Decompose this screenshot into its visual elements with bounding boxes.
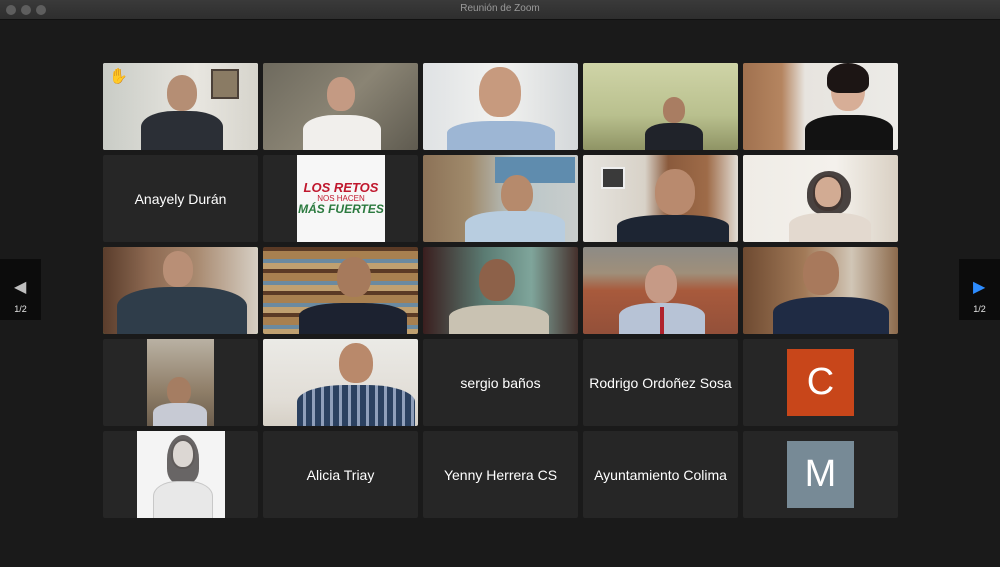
participant-avatar-tile[interactable]: C — [743, 339, 898, 426]
participant-name-tile[interactable]: Alicia Triay — [263, 431, 418, 518]
window-title: Reunión de Zoom — [460, 3, 540, 14]
participant-video — [423, 247, 578, 334]
participant-name: Yenny Herrera CS — [443, 466, 558, 483]
participant-image-tile[interactable]: LOS RETOS NOS HACEN MÁS FUERTES — [263, 155, 418, 242]
active-speaker-video-tile[interactable] — [103, 247, 258, 334]
participant-name: sergio baños — [460, 374, 541, 391]
hand-raised-icon: ✋ — [109, 68, 128, 85]
participant-video — [423, 63, 578, 150]
participant-video-tile[interactable] — [263, 247, 418, 334]
participant-video — [743, 247, 898, 334]
next-page-indicator: 1/2 — [973, 304, 986, 314]
participant-name: Ayuntamiento Colima — [594, 466, 727, 483]
participant-video-tile[interactable] — [583, 247, 738, 334]
participant-video-tile[interactable] — [743, 63, 898, 150]
chevron-left-icon: ◀ — [14, 279, 27, 296]
participant-video-tile[interactable] — [583, 155, 738, 242]
next-page-button[interactable]: ▶ 1/2 — [959, 259, 1000, 320]
participant-avatar: C — [787, 349, 854, 416]
participant-image-tile[interactable] — [103, 431, 258, 518]
poster-line-1: LOS RETOS — [303, 180, 379, 195]
participant-video — [263, 339, 418, 426]
participant-video — [103, 247, 258, 334]
previous-page-indicator: 1/2 — [14, 304, 27, 314]
participant-video-tile[interactable] — [263, 339, 418, 426]
participant-video — [263, 247, 418, 334]
participant-video-tile[interactable] — [423, 155, 578, 242]
participant-video-tile[interactable] — [423, 63, 578, 150]
participant-video-tile[interactable] — [583, 63, 738, 150]
participant-video — [743, 63, 898, 150]
tie — [660, 307, 664, 334]
participant-video — [583, 63, 738, 150]
participant-video — [583, 155, 738, 242]
chevron-right-icon: ▶ — [973, 279, 986, 296]
participant-video — [263, 63, 418, 150]
participant-video-tile[interactable] — [743, 247, 898, 334]
participant-video — [583, 247, 738, 334]
participant-avatar-tile[interactable]: M — [743, 431, 898, 518]
participant-name-tile[interactable]: Anayely Durán — [103, 155, 258, 242]
wall-picture — [601, 167, 625, 189]
wall-picture — [211, 69, 239, 99]
poster-line-3: MÁS FUERTES — [298, 202, 384, 216]
participant-video-tile[interactable]: ✋ — [103, 63, 258, 150]
participant-video-tile[interactable] — [423, 247, 578, 334]
gallery-grid: ✋ Anayely Durán LOS RETOS NOS HACEN MÁS … — [103, 63, 899, 518]
participant-name-tile[interactable]: sergio baños — [423, 339, 578, 426]
participant-name-tile[interactable]: Rodrigo Ordoñez Sosa — [583, 339, 738, 426]
participant-avatar: M — [787, 441, 854, 508]
participant-video-tile[interactable] — [103, 339, 258, 426]
participant-name: Alicia Triay — [306, 466, 375, 483]
participant-name: Anayely Durán — [134, 190, 227, 207]
participant-name: Rodrigo Ordoñez Sosa — [589, 374, 732, 391]
participant-video — [147, 339, 214, 426]
participant-video-tile[interactable] — [743, 155, 898, 242]
title-bar: Reunión de Zoom — [0, 0, 1000, 20]
participant-name-tile[interactable]: Ayuntamiento Colima — [583, 431, 738, 518]
previous-page-button[interactable]: ◀ 1/2 — [0, 259, 41, 320]
participant-video — [743, 155, 898, 242]
campaign-poster: LOS RETOS NOS HACEN MÁS FUERTES — [297, 155, 385, 242]
participant-photo — [137, 431, 225, 518]
participant-video — [423, 155, 578, 242]
participant-video-tile[interactable] — [263, 63, 418, 150]
participant-name-tile[interactable]: Yenny Herrera CS — [423, 431, 578, 518]
